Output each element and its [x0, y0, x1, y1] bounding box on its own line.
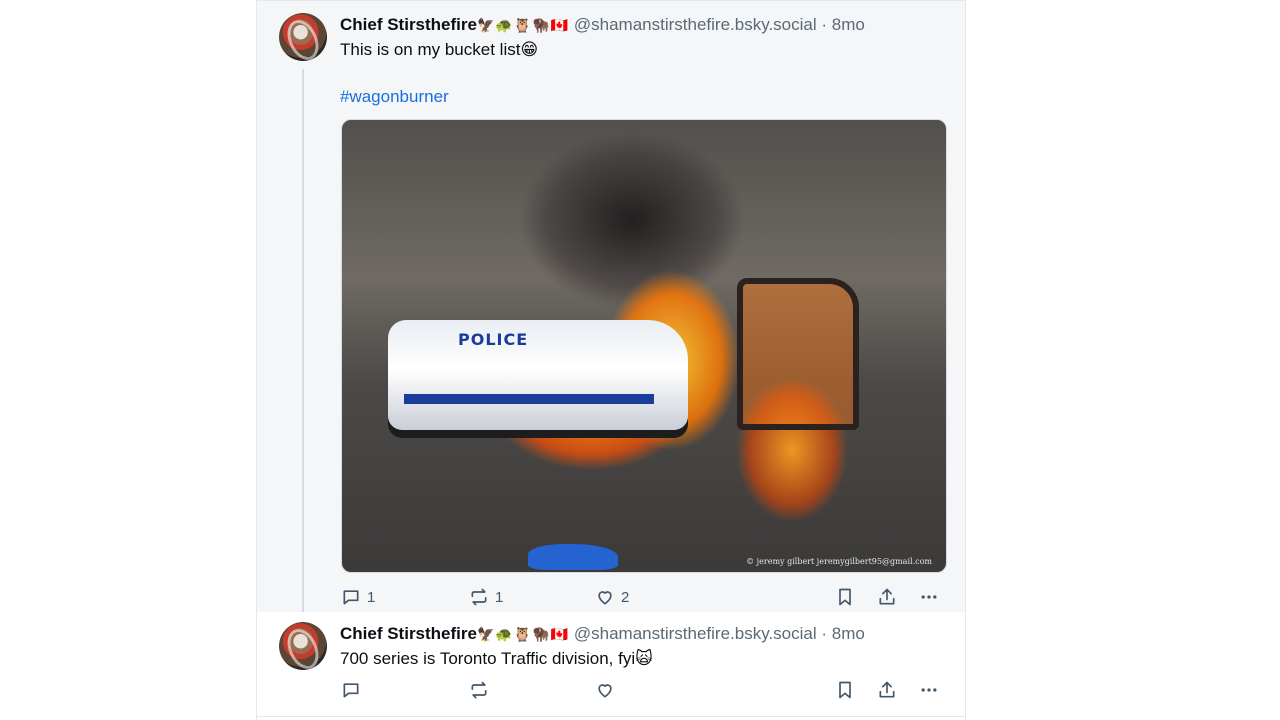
author-name[interactable]: Chief Stirsthefire	[340, 15, 477, 34]
share-icon	[879, 681, 895, 698]
author-name[interactable]: Chief Stirsthefire	[340, 624, 477, 643]
repost-button[interactable]	[469, 678, 489, 702]
bookmark-icon	[839, 681, 851, 699]
police-car: POLICE	[388, 320, 688, 430]
more-button[interactable]	[919, 585, 939, 609]
feed-column: Chief Stirsthefire🦅🐢🦉🦬🇨🇦 @shamanstirsthe…	[256, 0, 966, 720]
post-time[interactable]: · 8mo	[821, 624, 864, 643]
like-button[interactable]: 2	[595, 585, 629, 609]
author-emojis: 🦅🐢🦉🦬🇨🇦	[476, 17, 570, 33]
more-icon	[921, 595, 937, 599]
post-item[interactable]: Chief Stirsthefire🦅🐢🦉🦬🇨🇦 @shamanstirsthe…	[257, 0, 965, 617]
reply-count: 1	[367, 588, 376, 606]
repost-icon	[471, 588, 487, 606]
reply-button[interactable]: 1	[341, 585, 375, 609]
bookmark-button[interactable]	[835, 678, 855, 702]
like-count: 2	[621, 588, 630, 606]
share-button[interactable]	[877, 678, 897, 702]
post-text: This is on my bucket list😁	[340, 40, 539, 59]
repost-icon	[471, 681, 487, 699]
post-time[interactable]: · 8mo	[821, 15, 864, 34]
post-actions	[341, 678, 945, 702]
car-door	[737, 278, 859, 430]
blue-bag	[528, 544, 618, 570]
image-watermark: © jeremy gilbert jeremygilbert95@gmail.c…	[746, 557, 932, 566]
post-text: 700 series is Toronto Traffic division, …	[340, 649, 653, 668]
author-handle[interactable]: @shamanstirsthefire.bsky.social	[574, 624, 817, 643]
avatar[interactable]	[279, 622, 327, 670]
reply-icon	[343, 590, 359, 605]
hashtag-link[interactable]: #wagonburner	[340, 87, 449, 107]
repost-button[interactable]: 1	[469, 585, 503, 609]
like-button[interactable]	[595, 678, 615, 702]
share-icon	[879, 588, 895, 605]
more-button[interactable]	[919, 678, 939, 702]
author-emojis: 🦅🐢🦉🦬🇨🇦	[476, 626, 570, 642]
share-button[interactable]	[877, 585, 897, 609]
repost-count: 1	[495, 588, 504, 606]
bookmark-icon	[839, 588, 851, 606]
author-handle[interactable]: @shamanstirsthefire.bsky.social	[574, 15, 817, 34]
post-header: Chief Stirsthefire🦅🐢🦉🦬🇨🇦 @shamanstirsthe…	[340, 624, 865, 644]
like-icon	[598, 684, 612, 698]
car-stripe	[404, 394, 654, 404]
thread-line	[302, 69, 304, 617]
reply-icon	[343, 683, 359, 698]
post-item[interactable]: Chief Stirsthefire🦅🐢🦉🦬🇨🇦 @shamanstirsthe…	[257, 612, 965, 717]
post-actions: 1 1 2	[341, 585, 945, 609]
more-icon	[921, 688, 937, 692]
like-icon	[598, 591, 612, 605]
bookmark-button[interactable]	[835, 585, 855, 609]
car-label: POLICE	[458, 330, 529, 349]
post-image[interactable]: POLICE © jeremy gilbert jeremygilbert95@…	[341, 119, 947, 573]
post-header: Chief Stirsthefire🦅🐢🦉🦬🇨🇦 @shamanstirsthe…	[340, 15, 865, 35]
reply-button[interactable]	[341, 678, 361, 702]
avatar[interactable]	[279, 13, 327, 61]
